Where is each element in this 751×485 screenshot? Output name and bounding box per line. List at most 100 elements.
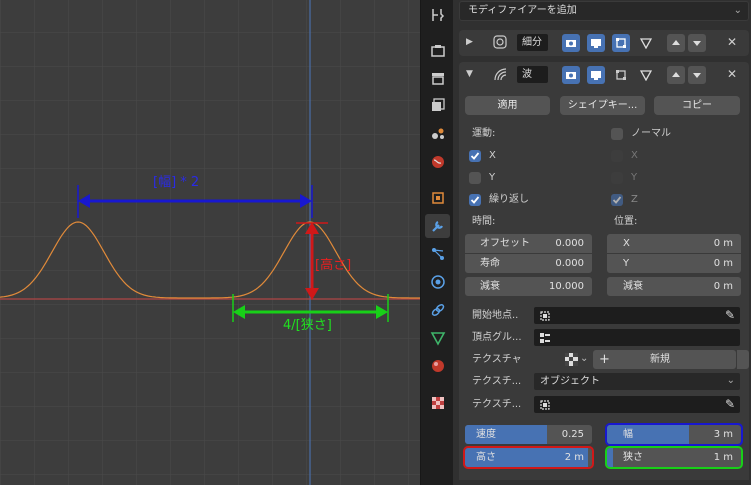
subdivision-name-field[interactable]: 細分 <box>516 33 549 52</box>
monitor-icon[interactable] <box>587 66 605 84</box>
texture-browse-button[interactable]: ⌄ <box>563 350 591 369</box>
height-annotation: [高さ] <box>315 258 352 273</box>
output-icon[interactable] <box>425 66 450 90</box>
camera-icon[interactable] <box>562 66 580 84</box>
properties-panel: モディファイアーを追加 ⌄ ▶ 細分 ✕ ▼ 波 ✕ 適用 シェイプキー... … <box>453 0 751 485</box>
wave-modifier-header: ▼ 波 ✕ <box>459 62 749 88</box>
vertex-group-icon <box>540 333 550 343</box>
object-icon <box>540 400 550 410</box>
render-icon[interactable] <box>425 39 450 63</box>
offset-field[interactable]: オフセット 0.000 <box>465 234 592 253</box>
apply-as-shape-key-button[interactable]: シェイプキー... <box>560 96 645 115</box>
start-x-field[interactable]: X0 m <box>607 234 741 253</box>
texture-coordinates-dropdown[interactable]: オブジェクト ⌄ <box>533 372 741 391</box>
eyedropper-icon[interactable]: ✎ <box>725 308 735 322</box>
subdivision-icon <box>493 35 507 49</box>
normal-label: ノーマル <box>631 128 671 139</box>
viewport-grid <box>0 0 420 485</box>
move-down-icon[interactable] <box>688 34 706 52</box>
expand-arrow-icon[interactable]: ▶ <box>466 35 473 49</box>
damping-field[interactable]: 減衰 10.000 <box>465 277 592 296</box>
3d-viewport[interactable]: [幅] * 2 [高さ] 4/[狭さ] <box>0 0 420 485</box>
properties-tab-bar <box>420 0 453 485</box>
width-slider[interactable]: 幅3 m <box>605 423 743 446</box>
particles-icon[interactable] <box>425 242 450 266</box>
plus-icon: + <box>599 352 610 367</box>
texture-icon[interactable] <box>425 391 450 415</box>
motion-y-checkbox[interactable] <box>469 172 481 184</box>
motion-x-label: X <box>489 150 496 161</box>
new-texture-button[interactable]: + 新規 <box>593 350 736 369</box>
speed-slider[interactable]: 速度 0.25 <box>465 425 592 444</box>
cage-icon[interactable] <box>637 66 655 84</box>
wave-name-field[interactable]: 波 <box>516 65 549 84</box>
motion-y-label: Y <box>489 172 496 183</box>
falloff-field[interactable]: 減衰 0 m <box>607 277 741 296</box>
data-icon[interactable] <box>425 326 450 350</box>
add-modifier-label: モディファイアーを追加 <box>468 5 577 16</box>
cage-icon[interactable] <box>637 34 655 52</box>
vertex-group-label: 頂点グル... <box>472 332 522 343</box>
start-position-object-field[interactable]: ✎ <box>533 306 741 325</box>
physics-icon[interactable] <box>425 270 450 294</box>
narrowness-annotation: 4/[狭さ] <box>283 318 332 333</box>
close-icon[interactable]: ✕ <box>725 67 739 81</box>
normal-y-label: Y <box>631 172 638 183</box>
normal-z-label: Z <box>631 194 638 205</box>
cyclic-checkbox[interactable] <box>469 194 481 206</box>
constraints-icon[interactable] <box>425 298 450 322</box>
texture-object-label: テクスチ... <box>472 399 522 410</box>
texture-coordinates-value: オブジェクト <box>540 376 600 387</box>
normal-y-checkbox[interactable] <box>611 172 623 184</box>
vertex-group-field[interactable] <box>533 328 741 347</box>
move-up-icon[interactable] <box>667 34 685 52</box>
normal-z-checkbox[interactable] <box>611 194 623 206</box>
editmode-icon[interactable] <box>612 34 630 52</box>
start-y-field[interactable]: Y0 m <box>607 254 741 273</box>
normal-x-label: X <box>631 150 638 161</box>
editmode-icon[interactable] <box>612 66 630 84</box>
time-label: 時間: <box>472 216 496 227</box>
wave-name: 波 <box>522 69 532 80</box>
copy-button[interactable]: コピー <box>654 96 740 115</box>
close-icon[interactable]: ✕ <box>725 35 739 49</box>
tool-icon[interactable] <box>425 3 450 27</box>
narrowness-slider[interactable]: 狭さ 1 m <box>605 446 743 469</box>
texture-label: テクスチャ <box>472 354 522 365</box>
motion-label: 運動: <box>472 128 496 139</box>
wave-icon <box>494 68 507 81</box>
motion-x-checkbox[interactable] <box>469 150 481 162</box>
texture-extra-button[interactable] <box>737 350 749 369</box>
chevron-down-icon: ⌄ <box>580 353 589 364</box>
object-icon[interactable] <box>425 186 450 210</box>
height-slider[interactable]: 高さ 2 m <box>463 446 594 469</box>
cyclic-label: 繰り返し <box>489 194 529 205</box>
move-down-icon[interactable] <box>688 66 706 84</box>
monitor-icon[interactable] <box>587 34 605 52</box>
position-label: 位置: <box>614 216 638 227</box>
modifier-icon[interactable] <box>425 214 450 238</box>
start-position-object-label: 開始地点.. <box>472 310 519 321</box>
move-up-icon[interactable] <box>667 66 685 84</box>
normal-x-checkbox[interactable] <box>611 150 623 162</box>
normal-checkbox[interactable] <box>611 128 623 140</box>
apply-button[interactable]: 適用 <box>465 96 550 115</box>
material-icon[interactable] <box>425 354 450 378</box>
world-icon[interactable] <box>425 150 450 174</box>
add-modifier-dropdown[interactable]: モディファイアーを追加 ⌄ <box>459 1 749 21</box>
view-layer-icon[interactable] <box>425 93 450 117</box>
texture-coordinates-label: テクスチ... <box>472 376 522 387</box>
eyedropper-icon[interactable]: ✎ <box>725 397 735 411</box>
subdivision-modifier-header: ▶ 細分 ✕ <box>459 30 749 56</box>
chevron-down-icon: ⌄ <box>733 5 742 16</box>
width-annotation: [幅] * 2 <box>153 175 200 190</box>
subdivision-name: 細分 <box>522 37 542 48</box>
texture-object-field[interactable]: ✎ <box>533 395 741 414</box>
camera-icon[interactable] <box>562 34 580 52</box>
scene-icon[interactable] <box>425 121 450 145</box>
collapse-arrow-icon[interactable]: ▼ <box>466 67 473 81</box>
object-icon <box>540 311 550 321</box>
chevron-down-icon: ⌄ <box>726 375 735 386</box>
life-field[interactable]: 寿命 0.000 <box>465 254 592 273</box>
checker-icon <box>565 353 578 366</box>
